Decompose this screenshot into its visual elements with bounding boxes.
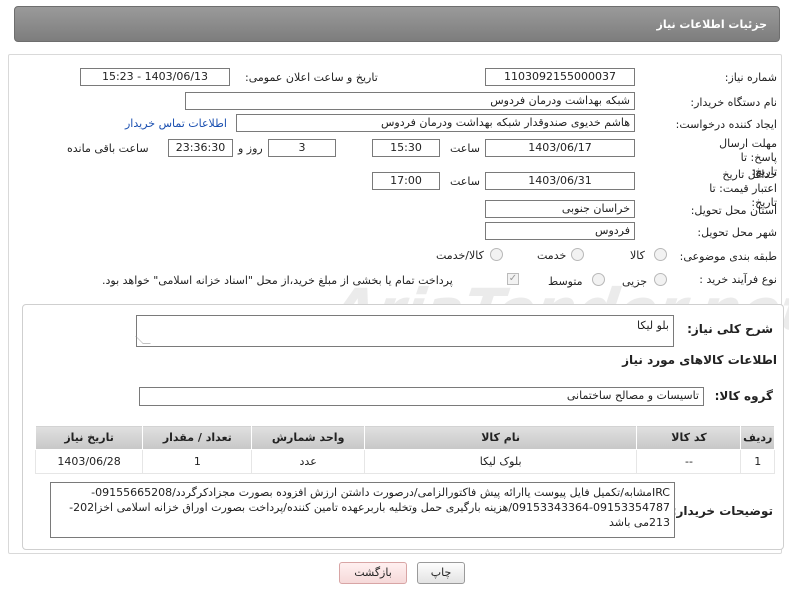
time-remaining-label: ساعت باقی مانده [67, 142, 149, 155]
category-label: طبقه بندی موضوعی: [679, 250, 777, 263]
city-field: فردوس [485, 222, 635, 240]
reply-date-field: 1403/06/17 [485, 139, 635, 157]
goods-table: ردیف کد کالا نام کالا واحد شمارش تعداد /… [34, 425, 775, 474]
category-goods-service-label: کالا/خدمت [436, 249, 484, 262]
category-goods-radio[interactable] [654, 248, 667, 261]
category-service-label: خدمت [537, 249, 567, 262]
price-validity-time-label: ساعت [450, 175, 480, 188]
requester-field: هاشم خدیوی صندوقدار شبکه بهداشت ودرمان ف… [236, 114, 635, 132]
goods-table-header-row: ردیف کد کالا نام کالا واحد شمارش تعداد /… [34, 425, 775, 450]
col-header-unit: واحد شمارش [251, 425, 365, 450]
buyer-notes-text: IRCمشابه/تکمیل فایل پیوست یاارائه پیش فا… [69, 486, 670, 529]
buyer-notes-label: توضیحات خریدار: [671, 504, 773, 518]
page-title: جزئیات اطلاعات نیاز [656, 17, 768, 31]
cell-quantity: 1 [142, 449, 253, 474]
announce-label: تاریخ و ساعت اعلان عمومی: [245, 71, 378, 84]
col-header-row-number: ردیف [740, 425, 775, 450]
process-minor-radio[interactable] [654, 273, 667, 286]
col-header-need-date: تاریخ نیاز [34, 425, 144, 450]
buyer-org-label: نام دستگاه خریدار: [690, 96, 777, 109]
goods-group-field: تاسیسات و مصالح ساختمانی [139, 387, 704, 406]
treasury-payment-checkbox[interactable]: ✓ [507, 273, 519, 285]
process-label: نوع فرآیند خرید : [699, 273, 777, 286]
time-remaining-field: 23:36:30 [168, 139, 233, 157]
col-header-item-name: نام کالا [363, 425, 638, 450]
category-goods-service-radio[interactable] [490, 248, 503, 261]
requester-label: ایجاد کننده درخواست: [675, 118, 777, 131]
buyer-notes-textarea[interactable]: IRCمشابه/تکمیل فایل پیوست یاارائه پیش فا… [50, 482, 675, 538]
general-desc-label: شرح کلی نیاز: [687, 322, 773, 336]
need-number-label: شماره نیاز: [724, 71, 777, 84]
city-label: شهر محل تحویل: [697, 226, 777, 239]
buyer-org-field: شبکه بهداشت ودرمان فردوس [185, 92, 635, 110]
reply-time-field: 15:30 [372, 139, 440, 157]
announce-datetime-field: 1403/06/13 - 15:23 [80, 68, 230, 86]
back-button[interactable]: بازگشت [339, 562, 407, 584]
general-desc-text: بلو لیکا [637, 319, 669, 332]
days-label: روز و [238, 142, 263, 155]
category-goods-label: کالا [630, 249, 645, 262]
buyer-contact-link[interactable]: اطلاعات تماس خریدار [125, 117, 227, 130]
page-header: جزئیات اطلاعات نیاز [14, 6, 780, 42]
print-button[interactable]: چاپ [417, 562, 465, 584]
col-header-item-code: کد کالا [636, 425, 742, 450]
process-minor-label: جزیی [622, 275, 648, 288]
goods-group-label: گروه کالا: [714, 389, 773, 403]
need-number-field: 1103092155000037 [485, 68, 635, 86]
resize-grip-icon[interactable] [135, 336, 151, 344]
table-row: 1 -- بلوک لیکا عدد 1 1403/06/28 [34, 449, 775, 474]
col-header-quantity: تعداد / مقدار [142, 425, 253, 450]
cell-need-date: 1403/06/28 [34, 449, 144, 474]
cell-item-name: بلوک لیکا [363, 449, 638, 474]
province-field: خراسان جنوبی [485, 200, 635, 218]
price-validity-time-field: 17:00 [372, 172, 440, 190]
cell-row-number: 1 [740, 449, 775, 474]
treasury-payment-note: پرداخت تمام یا بخشی از مبلغ خرید،از محل … [102, 274, 453, 287]
cell-unit: عدد [251, 449, 365, 474]
process-medium-radio[interactable] [592, 273, 605, 286]
province-label: استان محل تحویل: [690, 204, 777, 217]
reply-time-label: ساعت [450, 142, 480, 155]
price-validity-date-field: 1403/06/31 [485, 172, 635, 190]
general-desc-textarea[interactable]: بلو لیکا [135, 315, 674, 347]
cell-item-code: -- [636, 449, 742, 474]
goods-info-title: اطلاعات کالاهای مورد نیاز [622, 353, 777, 367]
process-medium-label: متوسط [548, 275, 583, 288]
days-remaining-field: 3 [268, 139, 336, 157]
category-service-radio[interactable] [571, 248, 584, 261]
